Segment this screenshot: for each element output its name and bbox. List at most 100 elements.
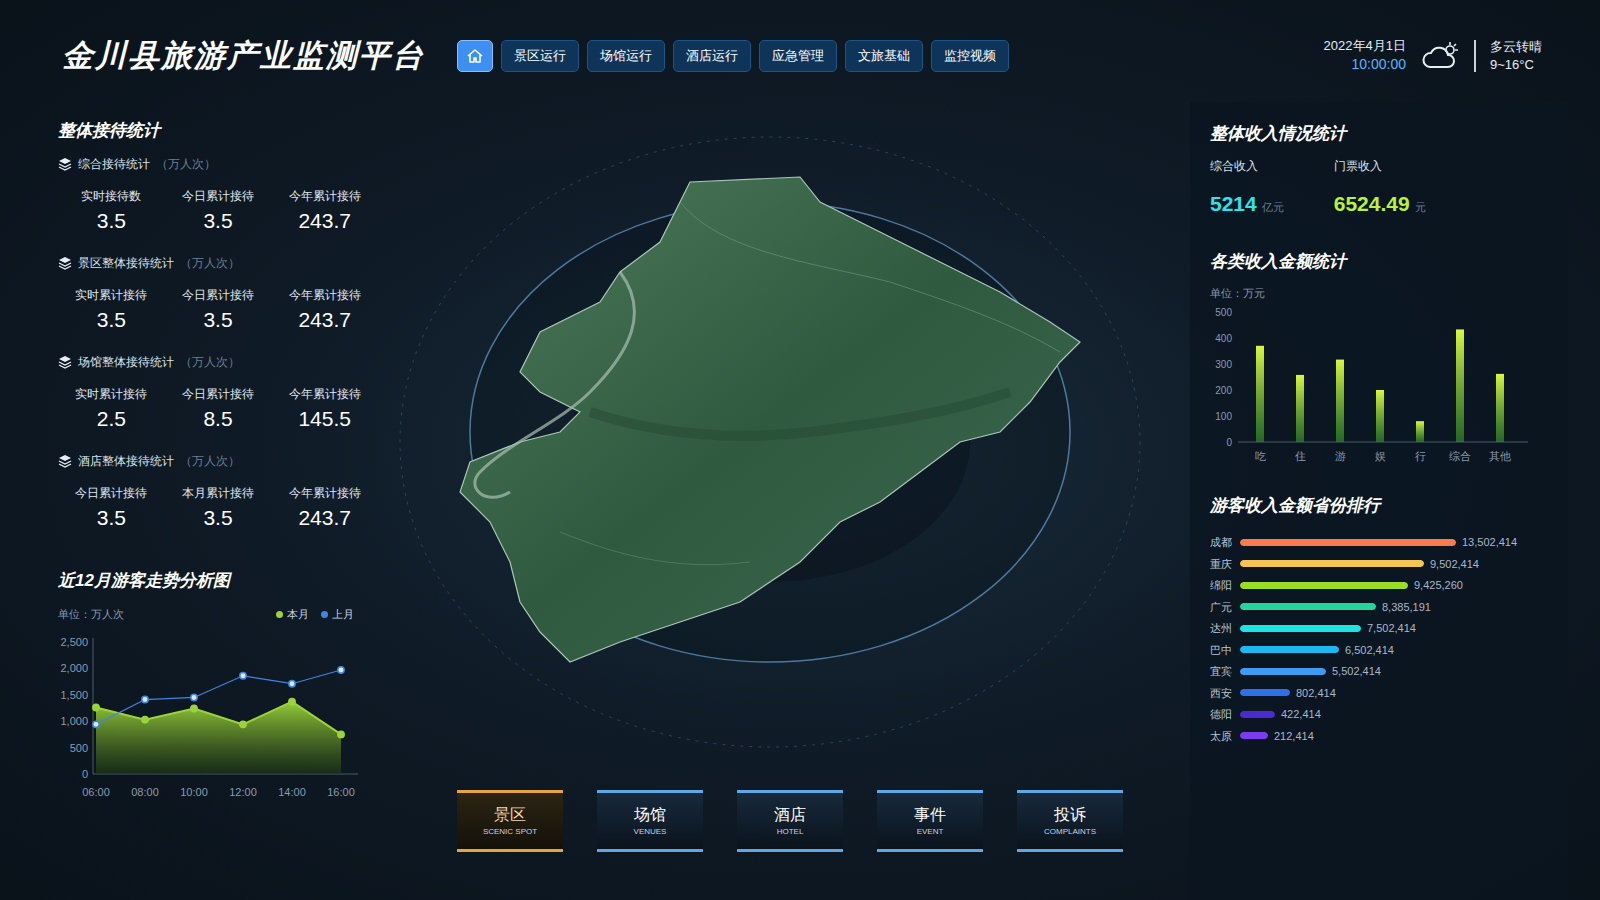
stat: 实时累计接待2.5 bbox=[58, 386, 165, 432]
bottom-tab[interactable]: 酒店 HOTEL bbox=[737, 790, 843, 852]
data-point bbox=[93, 704, 99, 710]
bottom-tab[interactable]: 投诉COMPLAINTS bbox=[1017, 790, 1123, 852]
right-panel: 整体收入情况统计 综合收入5214亿元门票收入6524.49元 各类收入金额统计… bbox=[1190, 102, 1568, 900]
time: 10:00:00 bbox=[1352, 55, 1407, 73]
ranking-bar bbox=[1240, 689, 1290, 696]
series-line bbox=[96, 702, 341, 735]
reception-group: 景区整体接待统计（万人次）实时累计接待3.5今日累计接待3.5今年累计接待243… bbox=[58, 253, 390, 333]
main-nav: 景区运行 场馆运行 酒店运行 应急管理文旅基础 监控视频 bbox=[457, 40, 1009, 72]
layers-icon bbox=[58, 454, 72, 468]
stat-label: 实时接待数 bbox=[81, 188, 141, 204]
x-tick: 12:00 bbox=[229, 786, 257, 798]
province-value: 9,425,260 bbox=[1414, 577, 1463, 594]
group-title: 酒店整体接待统计 bbox=[78, 452, 174, 470]
x-tick: 14:00 bbox=[278, 786, 306, 798]
group-title-row: 酒店整体接待统计（万人次） bbox=[58, 451, 390, 471]
group-title-row: 综合接待统计（万人次） bbox=[58, 154, 390, 174]
ranking-bar bbox=[1240, 732, 1268, 739]
y-tick: 400 bbox=[1215, 333, 1232, 344]
ranking-bar-color bbox=[1240, 646, 1339, 653]
datetime-weather: 2022年4月1日 10:00:00 多云转晴 9~16°C bbox=[1324, 38, 1542, 74]
stat: 今年累计接待243.7 bbox=[271, 287, 378, 333]
y-tick: 500 bbox=[70, 742, 88, 754]
ranking-bar bbox=[1240, 539, 1456, 546]
income-items: 综合收入5214亿元门票收入6524.49元 bbox=[1210, 158, 1548, 220]
bottom-tab-label: 酒店 bbox=[774, 805, 806, 825]
province-name: 太原 bbox=[1210, 728, 1240, 745]
income-item: 门票收入6524.49元 bbox=[1334, 158, 1426, 220]
nav-tab-label: 监控视频 bbox=[944, 48, 996, 63]
province-value: 212,414 bbox=[1274, 728, 1314, 745]
main: 整体接待统计 综合接待统计（万人次）实时接待数3.5今日累计接待3.5今年累计接… bbox=[0, 112, 1600, 900]
y-tick: 500 bbox=[1215, 307, 1232, 318]
bottom-tab[interactable]: 景区SCENIC SPOT bbox=[457, 790, 563, 852]
legend-item: 本月 bbox=[276, 606, 309, 623]
nav-tab[interactable]: 场馆运行 bbox=[587, 40, 665, 72]
nav-tab[interactable]: 监控视频 bbox=[931, 40, 1009, 72]
section-title: 近12月游客走势分析图 bbox=[58, 568, 390, 594]
group-title: 场馆整体接待统计 bbox=[78, 353, 174, 371]
bottom-tab[interactable]: 事件EVENT bbox=[877, 790, 983, 852]
series-area bbox=[96, 702, 341, 774]
data-point bbox=[289, 698, 295, 704]
bottom-tab-sub: COMPLAINTS bbox=[1044, 827, 1096, 837]
stat-value: 3.5 bbox=[97, 505, 126, 531]
bottom-tab-sub: HOTEL bbox=[777, 827, 804, 837]
y-tick: 0 bbox=[1226, 437, 1232, 448]
x-tick: 其他 bbox=[1489, 450, 1511, 462]
nav-tab[interactable]: 文旅基础 bbox=[845, 40, 923, 72]
stat: 今年累计接待145.5 bbox=[271, 386, 378, 432]
x-tick: 10:00 bbox=[180, 786, 208, 798]
nav-tab-label: 场馆运行 bbox=[600, 48, 652, 63]
nav-tab[interactable]: 应急管理 bbox=[759, 40, 837, 72]
bar bbox=[1376, 390, 1384, 442]
stat-value: 3.5 bbox=[203, 208, 232, 234]
ranking-bar bbox=[1240, 711, 1275, 718]
nav-tab[interactable]: 景区运行 bbox=[501, 40, 579, 72]
nav-tab-label: 酒店运行 bbox=[686, 48, 738, 63]
ranking-bar bbox=[1240, 625, 1361, 632]
divider bbox=[1474, 40, 1476, 72]
nav-tab[interactable]: 酒店运行 bbox=[673, 40, 751, 72]
province-value: 5,502,414 bbox=[1332, 663, 1381, 680]
weather-text: 多云转晴 bbox=[1490, 38, 1542, 56]
income-value-row: 5214亿元 bbox=[1210, 188, 1284, 220]
section-title: 各类收入金额统计 bbox=[1210, 250, 1548, 274]
stat-value: 2.5 bbox=[97, 406, 126, 432]
ranking-row: 广元8,385,191 bbox=[1210, 596, 1548, 618]
stats-grid: 实时累计接待2.5今日累计接待8.5今年累计接待145.5 bbox=[58, 386, 378, 432]
data-point bbox=[93, 721, 99, 727]
stat-label: 今年累计接待 bbox=[289, 485, 361, 501]
y-tick: 1,500 bbox=[60, 689, 88, 701]
stats-grid: 实时累计接待3.5今日累计接待3.5今年累计接待243.7 bbox=[58, 287, 378, 333]
data-point bbox=[142, 696, 148, 702]
stat-label: 今日累计接待 bbox=[75, 485, 147, 501]
ranking-bar-color bbox=[1240, 582, 1408, 589]
weather-cloud-icon bbox=[1420, 40, 1460, 72]
layers-icon bbox=[58, 256, 72, 270]
x-tick: 娱 bbox=[1375, 450, 1386, 462]
x-tick: 综合 bbox=[1449, 450, 1471, 462]
stat-value: 8.5 bbox=[203, 406, 232, 432]
weather-temp: 9~16°C bbox=[1490, 56, 1542, 74]
home-button[interactable] bbox=[457, 40, 493, 72]
province-value: 422,414 bbox=[1281, 706, 1321, 723]
data-point bbox=[240, 673, 246, 679]
province-name: 巴中 bbox=[1210, 642, 1240, 659]
bar-svg: 5004003002001000吃住游娱行综合其他 bbox=[1210, 300, 1540, 470]
ranking-row: 巴中6,502,414 bbox=[1210, 639, 1548, 661]
category-bar-chart: 5004003002001000吃住游娱行综合其他 bbox=[1210, 300, 1540, 470]
ranking-row: 西安802,414 bbox=[1210, 682, 1548, 704]
reception-groups: 综合接待统计（万人次） 实时接待数 3.5 今日累计接待 3.5 今年累计接待243.7景… bbox=[58, 154, 390, 550]
province-name: 宜宾 bbox=[1210, 663, 1240, 680]
stat-label: 实时累计接待 bbox=[75, 287, 147, 303]
bottom-tab[interactable]: 场馆VENUES bbox=[597, 790, 703, 852]
stat: 本月累计接待3.5 bbox=[165, 485, 272, 531]
bottom-tab-label: 场馆 bbox=[634, 805, 666, 825]
stat-value: 3.5 bbox=[97, 208, 126, 234]
legend: 本月上月 bbox=[276, 606, 358, 623]
province-name: 德阳 bbox=[1210, 706, 1240, 723]
left-column: 整体接待统计 综合接待统计（万人次）实时接待数3.5今日累计接待3.5今年累计接… bbox=[0, 112, 390, 900]
ranking-bar bbox=[1240, 646, 1339, 653]
ranking-bar-color bbox=[1240, 625, 1361, 632]
